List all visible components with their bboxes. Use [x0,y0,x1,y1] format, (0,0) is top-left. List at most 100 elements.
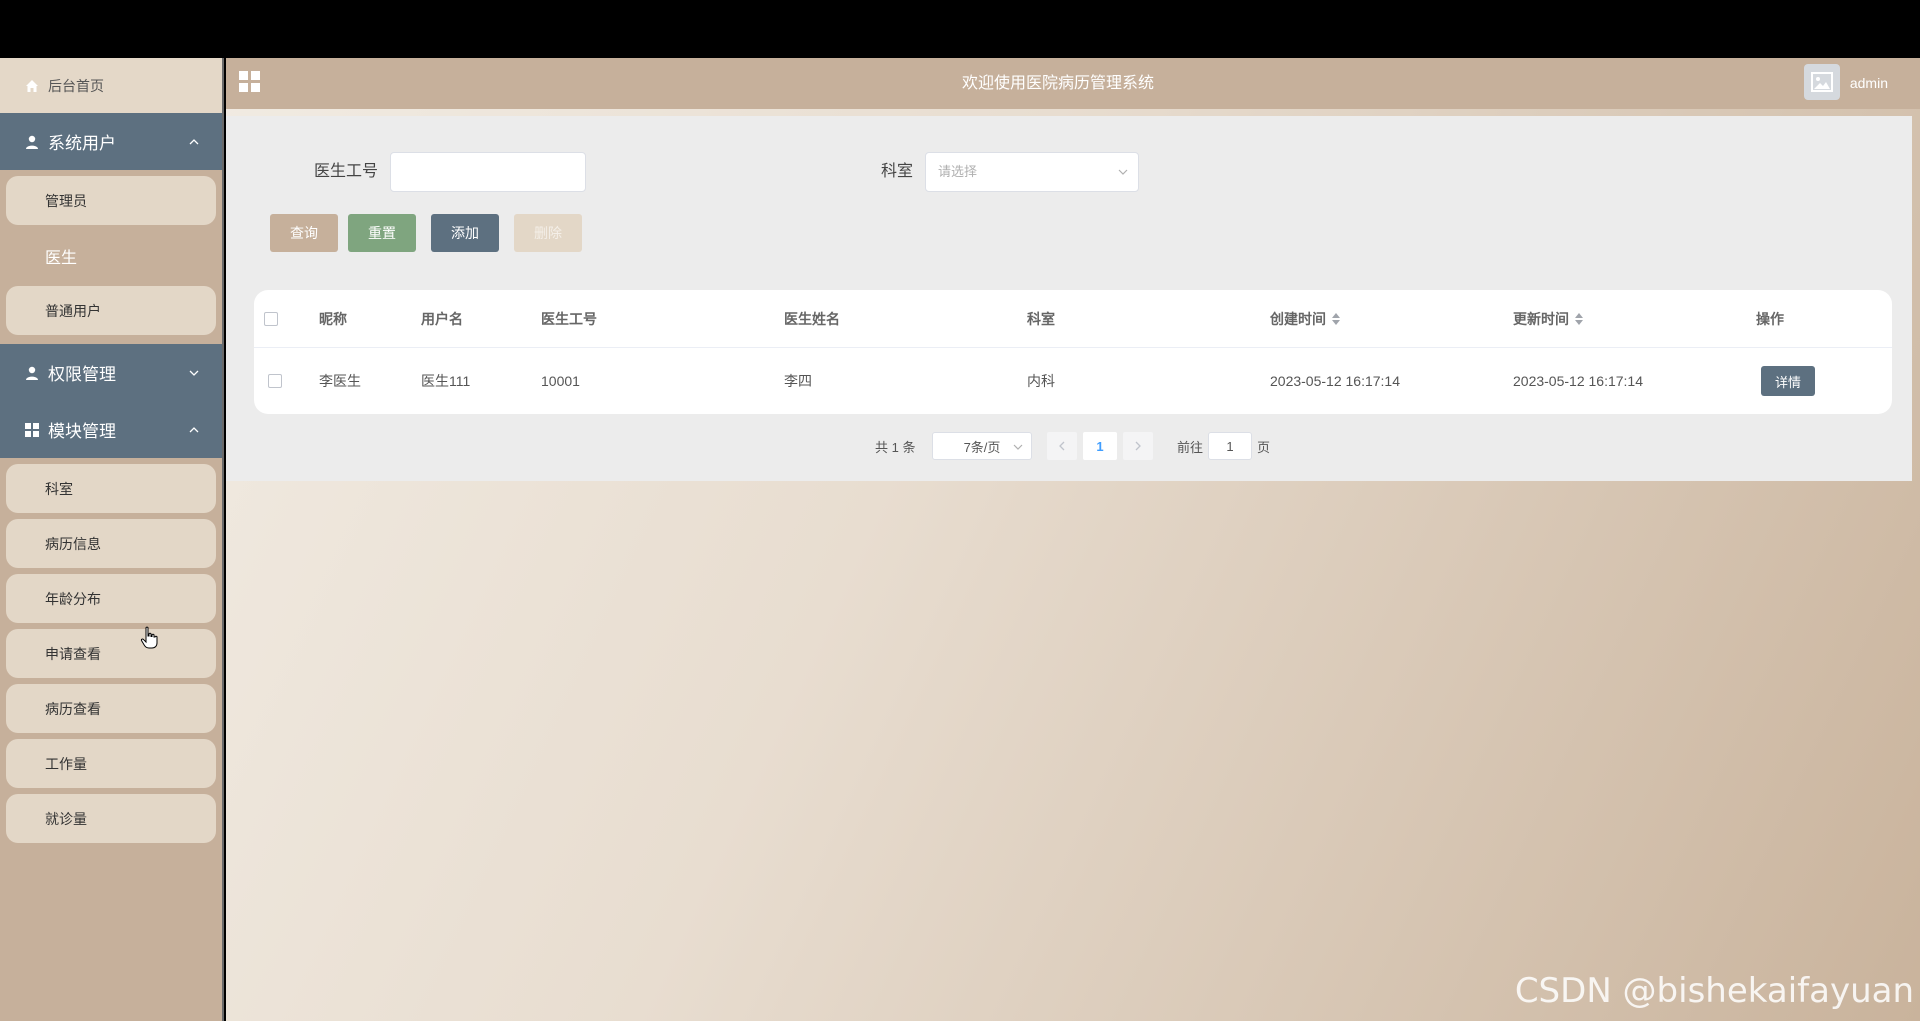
sidebar-submenu-modules: 科室 病历信息 年龄分布 申请查看 病历查看 工作量 就诊量 [0,458,222,852]
select-all-cell[interactable] [264,290,278,347]
cell-created: 2023-05-12 16:17:14 [1270,373,1400,389]
table-header: 昵称 用户名 医生工号 医生姓名 科室 创建时间 更新时间 操作 [254,290,1892,348]
col-updated[interactable]: 更新时间 [1513,290,1583,347]
goto-page-input[interactable]: 1 [1208,432,1252,460]
col-username: 用户名 [421,310,463,327]
page-size-select[interactable]: 7条/页 [932,432,1032,460]
app-root: 后台首页 系统用户 管理员 医生 普通用户 权限管理 模块管理 科室 病历信息 … [0,58,1920,1021]
col-nickname: 昵称 [319,310,347,327]
query-button[interactable]: 查询 [270,214,338,252]
department-select[interactable]: 请选择 [925,152,1139,192]
sidebar-item-workload[interactable]: 工作量 [6,739,216,788]
cell-nickname: 李医生 [319,373,361,389]
col-doctor-name: 医生姓名 [784,310,840,327]
header-bar: 欢迎使用医院病历管理系统 admin [226,58,1920,109]
cell-department: 内科 [1027,373,1055,389]
sidebar-item-normal-user[interactable]: 普通用户 [6,286,216,335]
prev-page-button[interactable] [1047,432,1077,460]
cell-actions: 详情 [1761,348,1815,414]
sidebar-item-label: 就诊量 [45,810,87,827]
avatar[interactable] [1804,64,1840,100]
chevron-down-icon [188,367,200,379]
chevron-down-icon [1118,167,1128,177]
chevron-left-icon [1059,441,1065,451]
sidebar-item-label: 病历查看 [45,700,101,717]
sidebar-group-label: 系统用户 [48,134,116,153]
cell-updated: 2023-05-12 16:17:14 [1513,373,1643,389]
page-number-current[interactable]: 1 [1083,432,1117,460]
row-checkbox[interactable] [268,374,282,388]
chevron-right-icon [1135,441,1141,451]
row-checkbox-cell[interactable] [268,348,282,414]
main-area: 欢迎使用医院病历管理系统 admin 医生工号 科室 请选择 查询 重置 添加 … [226,58,1920,1021]
col-created-label: 创建时间 [1270,310,1326,327]
watermark: CSDN @bishekaifayuan [1514,971,1914,1011]
sidebar-item-label: 管理员 [45,192,87,209]
sort-icon[interactable] [1332,312,1340,325]
pagination: 共 1 条 7条/页 1 前往 1 页 [226,432,1912,460]
sidebar-item-label: 普通用户 [45,302,101,319]
sidebar-item-label: 病历信息 [45,535,101,552]
page-title: 欢迎使用医院病历管理系统 [961,75,1154,92]
sidebar: 后台首页 系统用户 管理员 医生 普通用户 权限管理 模块管理 科室 病历信息 … [0,58,224,1021]
sidebar-submenu-system-users: 管理员 医生 普通用户 [0,170,222,344]
sidebar-group-label: 权限管理 [48,365,116,384]
user-icon [24,365,40,381]
department-label: 科室 [881,163,914,180]
add-button[interactable]: 添加 [431,214,499,252]
image-icon [1811,72,1833,92]
col-doctor-id: 医生工号 [541,310,597,327]
sidebar-group-system-users[interactable]: 系统用户 [0,113,222,170]
chevron-down-icon [1013,444,1023,450]
chevron-up-icon [188,424,200,436]
next-page-button[interactable] [1123,432,1153,460]
doctor-id-label: 医生工号 [314,163,379,180]
col-department: 科室 [1027,310,1055,327]
reset-button[interactable]: 重置 [348,214,416,252]
sidebar-home-label: 后台首页 [48,77,104,94]
search-form: 医生工号 科室 请选择 [226,152,1912,192]
col-updated-label: 更新时间 [1513,310,1569,327]
sidebar-group-permissions[interactable]: 权限管理 [0,344,222,401]
col-actions: 操作 [1756,310,1784,327]
col-created[interactable]: 创建时间 [1270,290,1340,347]
screen-top-bar [0,0,1920,58]
sidebar-group-modules[interactable]: 模块管理 [0,401,222,458]
sidebar-item-record-view[interactable]: 病历查看 [6,684,216,733]
department-select-placeholder: 请选择 [938,164,978,179]
content-panel: 医生工号 科室 请选择 查询 重置 添加 删除 昵称 用户名 医生工号 医生姓名… [226,116,1912,481]
cell-username: 医生111 [421,373,471,389]
sidebar-item-request-view[interactable]: 申请查看 [6,629,216,678]
cell-doctor-id: 10001 [541,373,580,389]
doctor-table: 昵称 用户名 医生工号 医生姓名 科室 创建时间 更新时间 操作 李医生 医生1… [254,290,1892,414]
sidebar-group-label: 模块管理 [48,422,116,441]
sidebar-item-visits[interactable]: 就诊量 [6,794,216,843]
sort-icon[interactable] [1575,312,1583,325]
detail-button[interactable]: 详情 [1761,366,1815,396]
goto-label: 前往 [1177,439,1204,455]
sidebar-item-age-distribution[interactable]: 年龄分布 [6,574,216,623]
sidebar-item-medical-records[interactable]: 病历信息 [6,519,216,568]
user-icon [24,134,40,150]
home-icon [24,78,40,94]
hand-cursor-icon [140,626,158,649]
sidebar-item-admin[interactable]: 管理员 [6,176,216,225]
username-label[interactable]: admin [1850,75,1888,91]
sidebar-item-label: 年龄分布 [45,590,101,607]
chevron-up-icon [188,136,200,148]
grid-icon [24,422,40,438]
sidebar-item-doctor[interactable]: 医生 [6,231,216,280]
delete-button[interactable]: 删除 [514,214,582,252]
cell-doctor-name: 李四 [784,373,812,389]
sidebar-item-home[interactable]: 后台首页 [0,58,222,113]
page-suffix-label: 页 [1257,439,1271,455]
sidebar-item-department[interactable]: 科室 [6,464,216,513]
sidebar-item-label: 工作量 [45,755,87,772]
select-all-checkbox[interactable] [264,311,278,326]
pagination-total: 共 1 条 [875,439,916,455]
sidebar-item-label: 申请查看 [45,645,101,662]
table-row: 李医生 医生111 10001 李四 内科 2023-05-12 16:17:1… [254,348,1892,414]
sidebar-item-label: 医生 [45,249,78,267]
doctor-id-input[interactable] [390,152,586,192]
sidebar-item-label: 科室 [45,480,73,497]
